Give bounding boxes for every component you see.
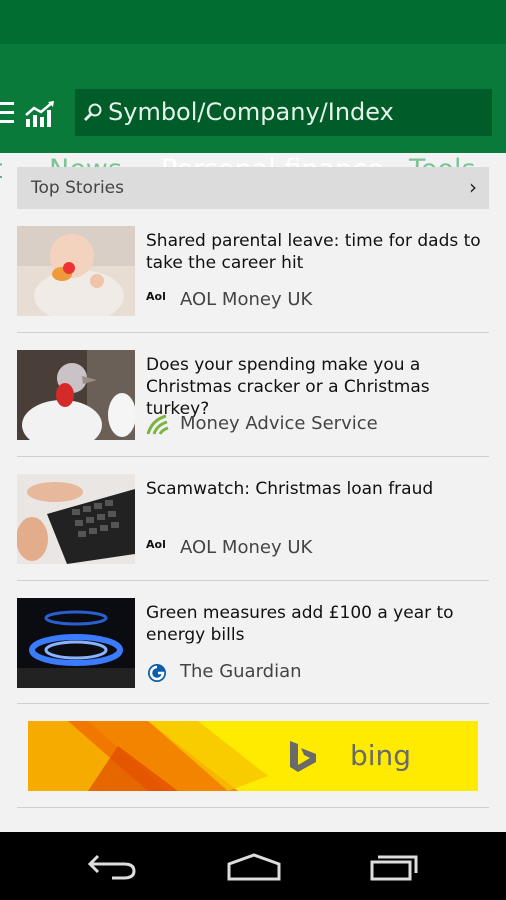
source-name: AOL Money UK [180,289,313,310]
search-icon [83,102,103,122]
source-name: Money Advice Service [180,413,378,434]
chevron-right-icon: › [469,175,477,199]
money-advice-service-logo-icon [146,414,170,435]
home-icon[interactable] [226,852,282,886]
divider [17,332,489,333]
article-title[interactable]: Does your spending make you a Christmas … [146,354,486,420]
divider [17,456,489,457]
article-thumbnail [17,598,135,688]
aol-logo-icon: Aol [146,290,166,303]
article-thumbnail [17,350,135,440]
article-thumbnail [17,226,135,316]
search-box[interactable] [75,89,492,136]
menu-icon[interactable] [0,102,16,124]
source-name: The Guardian [180,661,302,682]
bing-logo-icon [288,739,318,779]
article-title[interactable]: Shared parental leave: time for dads to … [146,230,486,274]
system-nav-bar [0,832,506,900]
source-name: AOL Money UK [180,537,313,558]
aol-logo-icon: Aol [146,538,166,551]
divider [17,703,489,704]
section-title: Top Stories [31,178,124,198]
search-input[interactable] [108,96,478,128]
article-title[interactable]: Scamwatch: Christmas loan fraud [146,478,486,500]
tab-previous[interactable]: t [0,154,3,185]
ad-text: bing [350,739,412,772]
chart-icon[interactable] [24,99,56,129]
article-thumbnail [17,474,135,564]
recent-apps-icon[interactable] [368,852,420,886]
divider [17,807,489,808]
divider [17,580,489,581]
guardian-logo-icon [146,662,170,682]
app-header: t News Personal finance Tools [0,44,506,185]
bing-ad-banner[interactable]: bing [28,721,478,791]
top-stories-header[interactable]: Top Stories › [17,167,489,209]
status-bar [0,0,506,44]
back-icon[interactable] [86,852,138,884]
article-title[interactable]: Green measures add £100 a year to energy… [146,602,486,646]
